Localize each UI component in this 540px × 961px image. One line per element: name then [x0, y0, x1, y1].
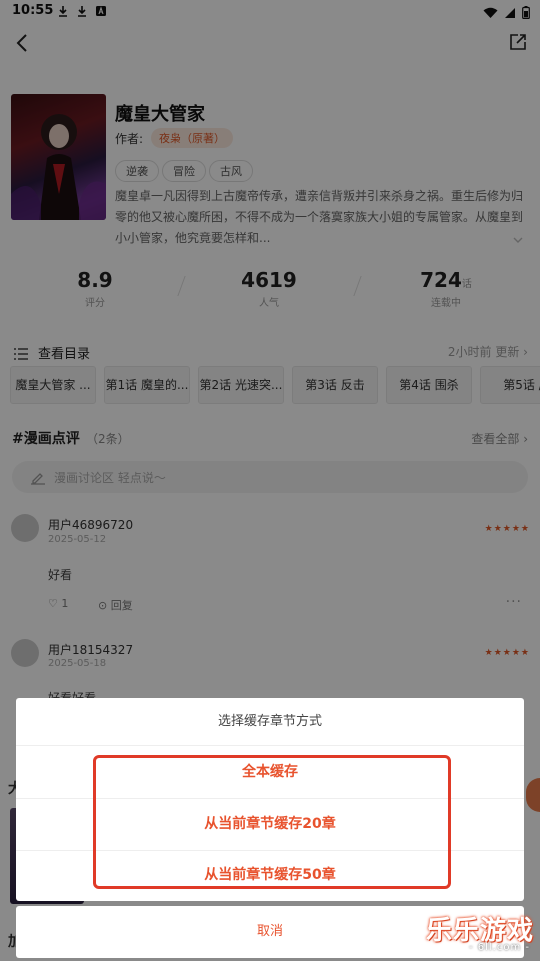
site-watermark: 乐乐游戏 - 6ll.com -	[416, 910, 536, 960]
watermark-subtitle: - 6ll.com -	[468, 942, 530, 953]
highlight-annotation	[93, 755, 451, 889]
dialog-title: 选择缓存章节方式	[16, 698, 524, 746]
